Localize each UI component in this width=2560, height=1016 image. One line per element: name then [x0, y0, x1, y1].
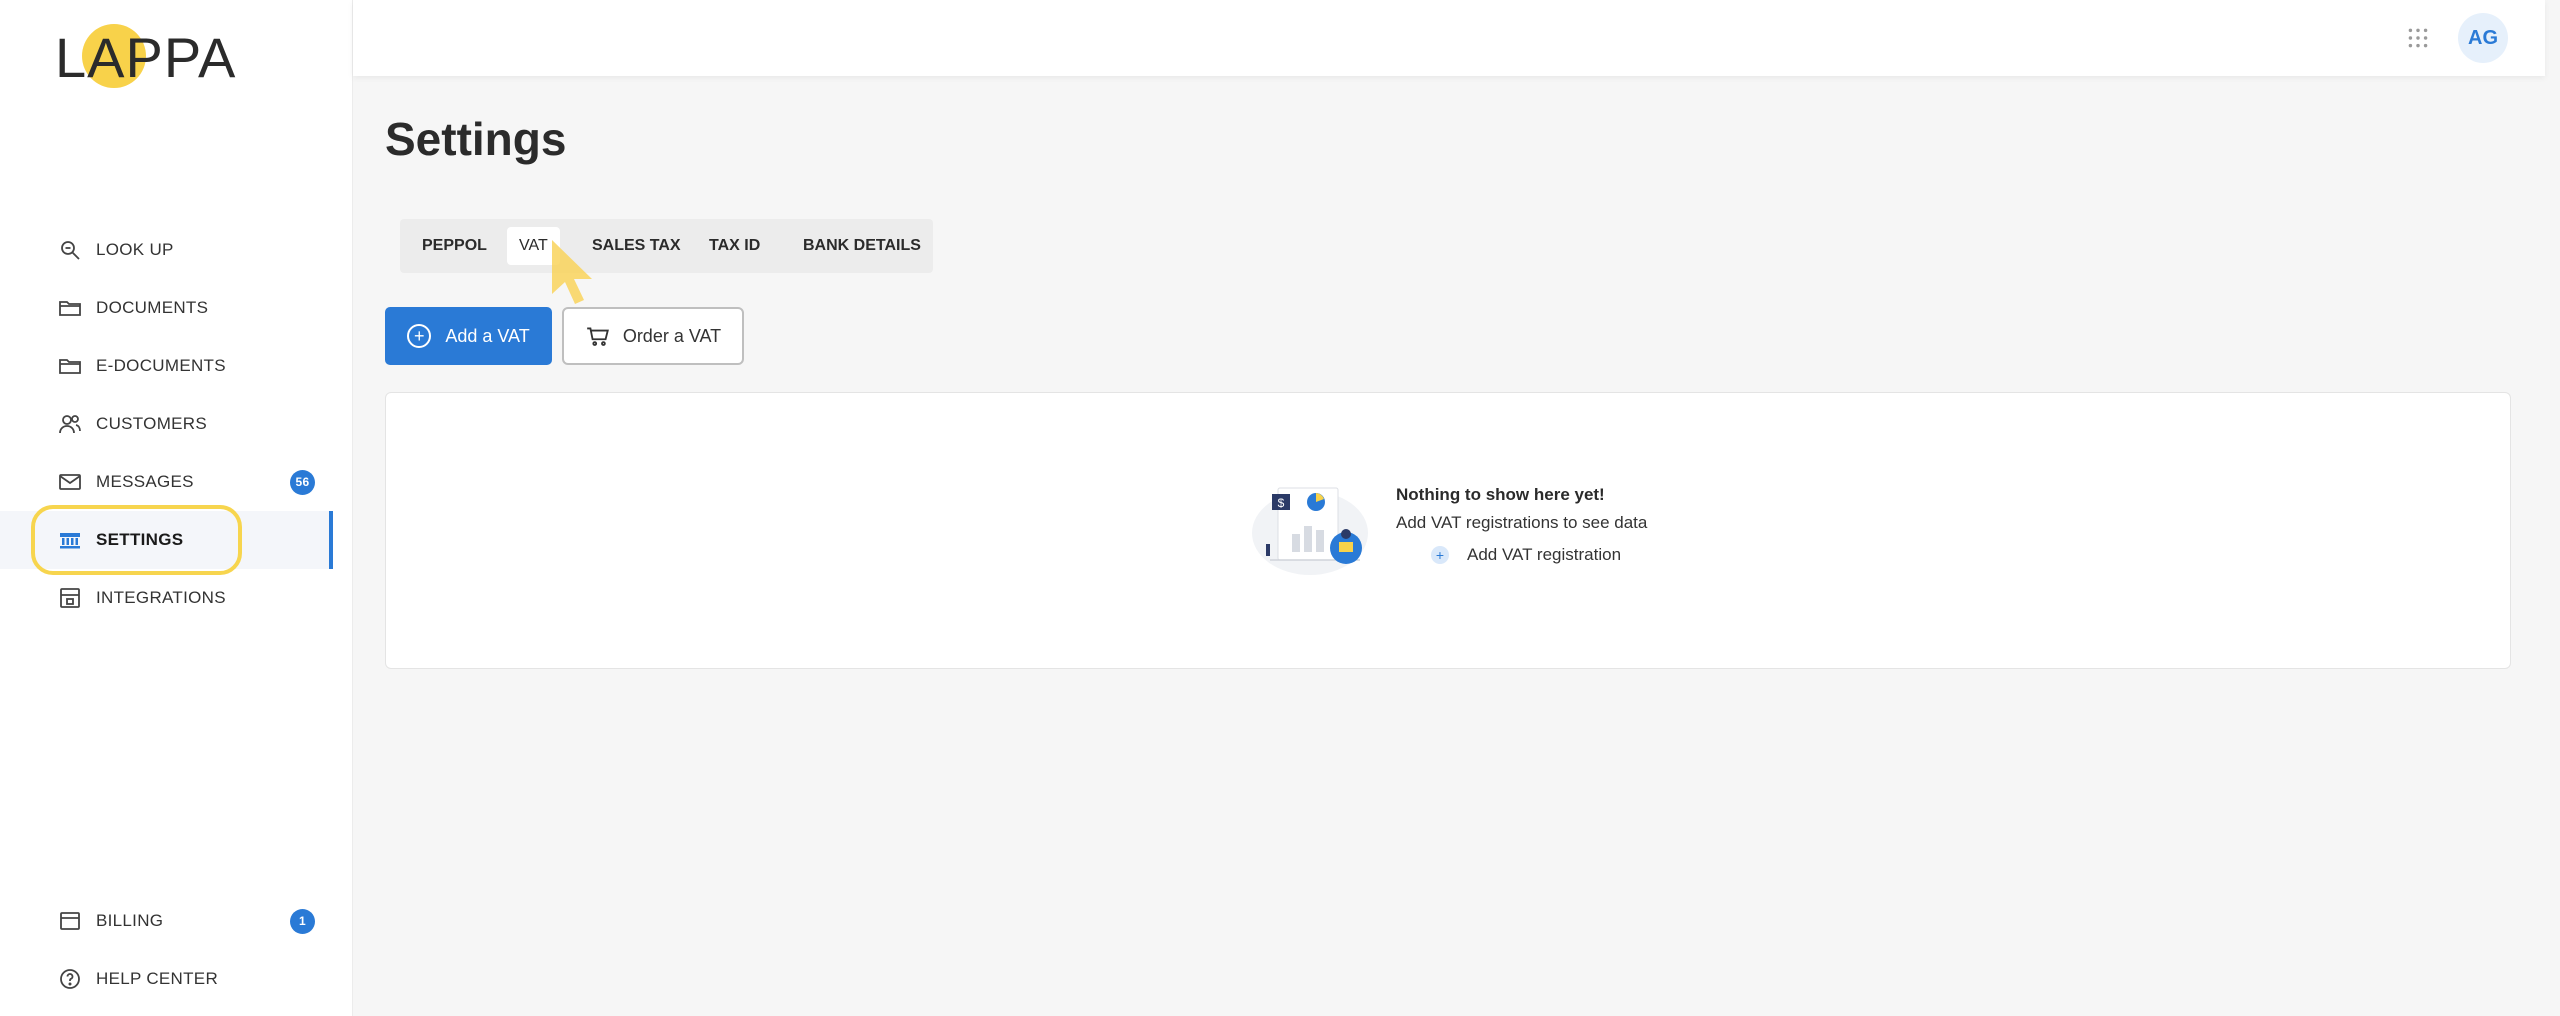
- settings-tabs: PEPPOL VAT SALES TAX TAX ID BANK DETAILS: [400, 219, 933, 273]
- plus-icon: +: [1431, 546, 1449, 564]
- sidebar-item-integrations[interactable]: INTEGRATIONS: [0, 569, 333, 627]
- tab-peppol[interactable]: PEPPOL: [410, 227, 499, 265]
- empty-state-subtitle: Add VAT registrations to see data: [1396, 513, 1648, 532]
- page-title: Settings: [385, 113, 567, 165]
- wallet-icon: [58, 909, 82, 933]
- help-icon: [58, 967, 82, 991]
- sidebar-item-label: LOOK UP: [96, 240, 174, 259]
- sidebar-item-label: MESSAGES: [96, 472, 194, 491]
- sidebar-item-look-up[interactable]: LOOK UP: [0, 221, 333, 279]
- sidebar-item-customers[interactable]: CUSTOMERS: [0, 395, 333, 453]
- mail-icon: [58, 470, 82, 494]
- add-vat-label: Add a VAT: [445, 325, 530, 346]
- sidebar-item-label: E-DOCUMENTS: [96, 356, 226, 375]
- add-vat-registration-label: Add VAT registration: [1467, 545, 1622, 564]
- sidebar-item-label: INTEGRATIONS: [96, 588, 226, 607]
- cart-icon: [586, 327, 609, 346]
- billing-badge: 1: [290, 908, 315, 934]
- add-vat-registration-link[interactable]: + Add VAT registration: [1431, 545, 1621, 565]
- messages-badge: 56: [290, 469, 315, 495]
- logo[interactable]: LAPPA: [55, 22, 255, 92]
- pointer-cursor-icon: [552, 240, 592, 304]
- tab-bank-details[interactable]: BANK DETAILS: [791, 227, 933, 265]
- sidebar-item-help-center[interactable]: HELP CENTER: [0, 950, 333, 1008]
- order-vat-label: Order a VAT: [622, 325, 722, 346]
- grid-icon[interactable]: [2400, 20, 2436, 56]
- sidebar-item-label: CUSTOMERS: [96, 414, 208, 433]
- folder-icon: [58, 354, 82, 378]
- highlight-ring: [31, 505, 242, 575]
- avatar[interactable]: AG: [2458, 13, 2508, 63]
- sidebar-item-label: BILLING: [96, 911, 164, 930]
- tab-tax-id[interactable]: TAX ID: [697, 227, 772, 265]
- logo-text: LAPPA: [55, 26, 237, 89]
- sidebar: LAPPA LOOK UP DOCUMENTS E-DOCUMENTS CUST…: [0, 0, 353, 1016]
- sidebar-item-label: HELP CENTER: [96, 969, 219, 988]
- empty-state-illustration: $: [1252, 487, 1368, 575]
- topbar: [353, 0, 2545, 76]
- sidebar-item-label: DOCUMENTS: [96, 298, 209, 317]
- plus-circle-icon: +: [407, 324, 432, 348]
- search-icon: [58, 238, 82, 262]
- sidebar-item-documents[interactable]: DOCUMENTS: [0, 279, 333, 337]
- sidebar-item-e-documents[interactable]: E-DOCUMENTS: [0, 337, 333, 395]
- empty-state-title: Nothing to show here yet!: [1396, 485, 1605, 504]
- users-icon: [58, 412, 82, 436]
- folder-icon: [58, 296, 82, 320]
- sidebar-item-messages[interactable]: MESSAGES 56: [0, 453, 333, 511]
- order-vat-button[interactable]: Order a VAT: [562, 307, 744, 365]
- sidebar-item-billing[interactable]: BILLING 1: [0, 892, 333, 950]
- integrations-icon: [58, 586, 82, 610]
- svg-text:$: $: [1278, 496, 1285, 510]
- add-vat-button[interactable]: + Add a VAT: [385, 307, 552, 365]
